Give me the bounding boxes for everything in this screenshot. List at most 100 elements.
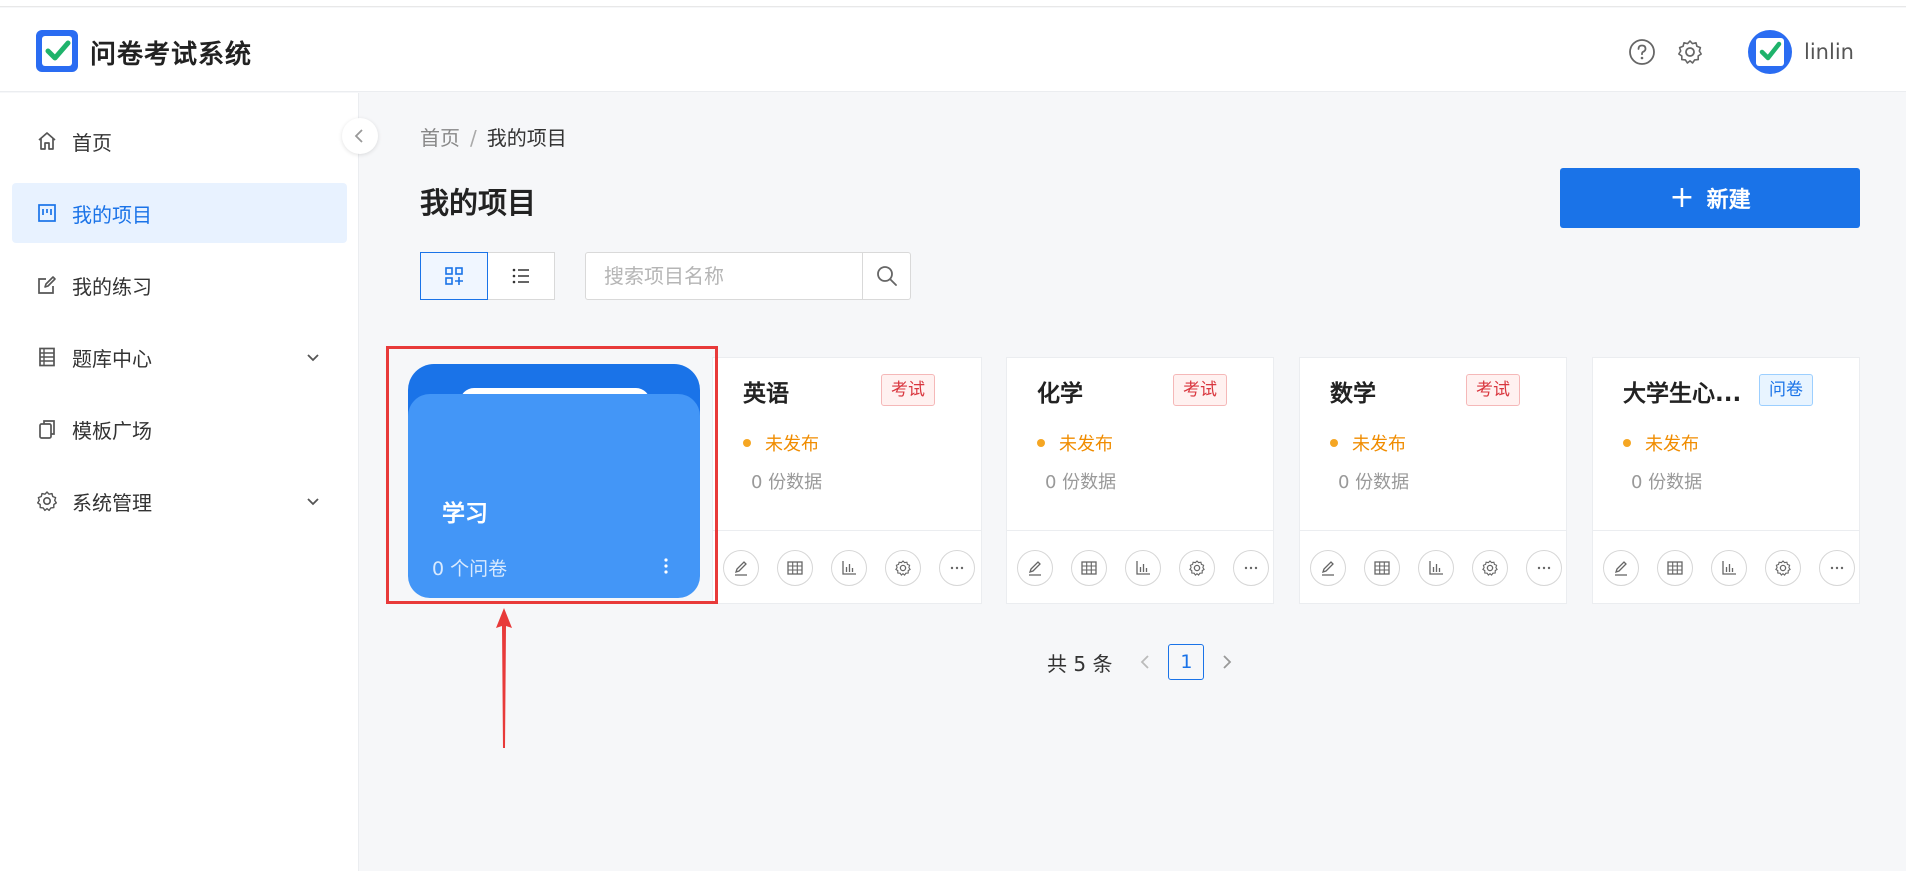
table-icon xyxy=(1374,561,1390,575)
card-divider xyxy=(1300,530,1566,531)
project-status: 未发布 xyxy=(1623,430,1699,456)
gear-icon xyxy=(1775,560,1791,576)
status-label: 未发布 xyxy=(765,434,819,455)
more-horizontal-icon xyxy=(1244,566,1258,570)
card-settings-button[interactable] xyxy=(1472,550,1508,586)
page-number-button[interactable]: 1 xyxy=(1168,644,1205,680)
list-view-button[interactable] xyxy=(487,252,555,300)
grid-icon xyxy=(444,267,463,285)
sidebar-item-template-square[interactable]: 模板广场 xyxy=(12,399,347,459)
help-icon[interactable] xyxy=(1628,38,1656,66)
statistics-button[interactable] xyxy=(1125,550,1161,586)
more-horizontal-icon xyxy=(1537,566,1551,570)
status-dot xyxy=(743,439,751,447)
sidebar-item-label: 系统管理 xyxy=(72,490,152,515)
project-name: 英语 xyxy=(743,381,789,407)
bar-chart-icon xyxy=(1136,561,1150,575)
card-settings-button[interactable] xyxy=(1179,550,1215,586)
card-divider xyxy=(1593,530,1859,531)
statistics-button[interactable] xyxy=(1418,550,1454,586)
data-table-button[interactable] xyxy=(1071,550,1107,586)
chevron-left-icon xyxy=(354,129,363,143)
plus-icon: + xyxy=(1669,180,1695,215)
sidebar-item-system-management[interactable]: 系统管理 xyxy=(12,471,347,531)
more-button[interactable] xyxy=(1526,550,1562,586)
project-data-count: 0 份数据 xyxy=(1631,472,1703,493)
new-project-button[interactable]: + 新建 xyxy=(1560,168,1860,228)
search-input[interactable] xyxy=(586,253,864,299)
edit-button[interactable] xyxy=(723,550,759,586)
next-page-button[interactable] xyxy=(1216,651,1238,673)
project-card[interactable]: 化学 考试 未发布 0 份数据 xyxy=(1006,357,1274,604)
card-settings-button[interactable] xyxy=(885,550,921,586)
status-label: 未发布 xyxy=(1059,434,1113,455)
sidebar-item-home[interactable]: 首页 xyxy=(12,111,347,171)
pen-icon xyxy=(1614,561,1627,576)
gear-icon xyxy=(1189,560,1205,576)
card-divider xyxy=(1007,530,1273,531)
chevron-down-icon[interactable] xyxy=(305,349,321,365)
table-icon xyxy=(1081,561,1097,575)
more-vertical-icon[interactable] xyxy=(656,554,676,578)
data-table-button[interactable] xyxy=(1657,550,1693,586)
folder-count: 0 个问卷 xyxy=(432,558,508,580)
search-icon xyxy=(876,266,897,286)
data-table-button[interactable] xyxy=(1364,550,1400,586)
data-table-button[interactable] xyxy=(777,550,813,586)
card-actions xyxy=(1017,550,1287,586)
pen-icon xyxy=(1028,561,1041,576)
sidebar-item-my-projects[interactable]: 我的项目 xyxy=(12,183,347,243)
more-horizontal-icon xyxy=(950,566,964,570)
project-card[interactable]: 大学生心... 问卷 未发布 0 份数据 xyxy=(1592,357,1860,604)
user-name[interactable]: linlin xyxy=(1804,40,1854,64)
status-dot xyxy=(1623,439,1631,447)
card-actions xyxy=(1310,550,1580,586)
project-data-count: 0 份数据 xyxy=(751,472,823,493)
project-name: 数学 xyxy=(1330,381,1376,407)
statistics-button[interactable] xyxy=(831,550,867,586)
user-avatar[interactable] xyxy=(1748,30,1792,74)
breadcrumb-home[interactable]: 首页 xyxy=(420,126,460,150)
statistics-button[interactable] xyxy=(1711,550,1747,586)
sidebar-collapse-button[interactable] xyxy=(342,118,378,154)
chevron-down-icon[interactable] xyxy=(305,493,321,509)
book-icon xyxy=(39,347,55,367)
more-button[interactable] xyxy=(1819,550,1855,586)
edit-button[interactable] xyxy=(1310,550,1346,586)
gear-icon xyxy=(37,491,57,512)
project-data-count: 0 份数据 xyxy=(1338,472,1410,493)
page-title: 我的项目 xyxy=(420,186,537,220)
view-toggle xyxy=(420,252,555,300)
settings-icon[interactable] xyxy=(1676,38,1704,66)
edit-button[interactable] xyxy=(1017,550,1053,586)
search-button[interactable] xyxy=(862,253,910,299)
project-card[interactable]: 数学 考试 未发布 0 份数据 xyxy=(1299,357,1567,604)
grid-view-button[interactable] xyxy=(420,252,488,300)
gear-icon xyxy=(895,560,911,576)
project-type-tag: 考试 xyxy=(1466,374,1520,406)
sidebar-item-question-bank[interactable]: 题库中心 xyxy=(12,327,347,387)
more-button[interactable] xyxy=(939,550,975,586)
project-icon xyxy=(38,204,56,222)
more-button[interactable] xyxy=(1233,550,1269,586)
chevron-right-icon xyxy=(1223,655,1232,669)
breadcrumb-current: 我的项目 xyxy=(486,126,567,150)
app-logo[interactable] xyxy=(36,30,78,72)
gear-icon xyxy=(1482,560,1498,576)
bar-chart-icon xyxy=(842,561,856,575)
project-card[interactable]: 英语 考试 未发布 0 份数据 xyxy=(712,357,982,604)
home-icon xyxy=(38,132,56,150)
project-name: 大学生心... xyxy=(1623,381,1742,407)
card-settings-button[interactable] xyxy=(1765,550,1801,586)
project-search xyxy=(585,252,911,300)
project-type-tag: 问卷 xyxy=(1759,374,1813,406)
edit-button[interactable] xyxy=(1603,550,1639,586)
card-divider xyxy=(713,530,981,531)
pagination-total: 共 5 条 xyxy=(1047,651,1113,676)
sidebar-item-my-practice[interactable]: 我的练习 xyxy=(12,255,347,315)
prev-page-button[interactable] xyxy=(1134,651,1156,673)
card-actions xyxy=(1603,550,1873,586)
folder-card[interactable]: 学习 0 个问卷 xyxy=(408,364,700,598)
project-status: 未发布 xyxy=(743,430,819,456)
project-data-count: 0 份数据 xyxy=(1045,472,1117,493)
